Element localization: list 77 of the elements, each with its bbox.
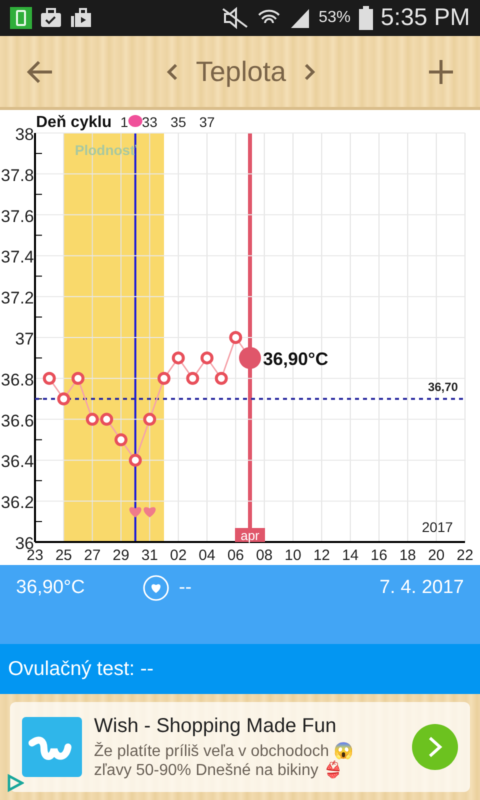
y-tick-label: 36.8 bbox=[0, 370, 34, 390]
cycle-day-tick: 33 bbox=[142, 114, 158, 130]
open-ad-button[interactable] bbox=[412, 724, 458, 770]
y-tick-label: 37 bbox=[15, 330, 34, 349]
ad-choices-icon bbox=[6, 774, 24, 792]
month-tag: apr bbox=[235, 528, 265, 544]
cycle-day-tick: 1 bbox=[120, 114, 128, 130]
selected-point[interactable] bbox=[239, 347, 261, 370]
x-tick-label: 10 bbox=[284, 547, 302, 564]
x-tick-label: 12 bbox=[313, 547, 330, 564]
year-label: 2017 bbox=[422, 519, 453, 536]
y-tick-label: 36.4 bbox=[0, 452, 34, 472]
x-tick-label: 04 bbox=[198, 547, 216, 564]
x-tick-label: 25 bbox=[55, 547, 72, 564]
data-point[interactable] bbox=[143, 413, 156, 426]
app-logo bbox=[22, 717, 82, 778]
x-tick-label: 18 bbox=[399, 547, 416, 564]
mute-icon bbox=[220, 7, 249, 30]
y-tick-label: 38 bbox=[15, 125, 34, 144]
data-point[interactable] bbox=[214, 372, 228, 386]
ovulation-test-label: Ovulačný test: -- bbox=[8, 658, 154, 681]
phone-icon bbox=[10, 7, 32, 30]
marker-dot bbox=[128, 115, 142, 128]
cycle-day-label: Deň cyklu bbox=[36, 114, 112, 132]
cycle-day-tick: 37 bbox=[199, 114, 215, 130]
data-point[interactable] bbox=[229, 331, 242, 344]
y-tick-label: 36.6 bbox=[0, 412, 34, 431]
x-tick-label: 29 bbox=[112, 547, 130, 564]
chevron-right-icon bbox=[427, 736, 443, 758]
y-tick-label: 36.2 bbox=[0, 493, 34, 512]
x-tick-label: 06 bbox=[227, 547, 244, 564]
x-tick-label: 14 bbox=[342, 547, 359, 564]
data-point[interactable] bbox=[57, 392, 70, 406]
chevron-right-icon bbox=[304, 62, 316, 81]
x-tick-label: 08 bbox=[256, 547, 273, 564]
y-tick-label: 37.6 bbox=[0, 207, 34, 226]
signal-icon bbox=[288, 7, 311, 30]
ad-text: Že platíte príliš veľa v obchodoch 😱 bbox=[94, 742, 354, 760]
x-tick-label: 22 bbox=[456, 547, 474, 564]
x-tick-label: 27 bbox=[84, 547, 101, 564]
data-point[interactable] bbox=[186, 372, 200, 386]
battery-icon bbox=[358, 6, 373, 30]
ad-banner[interactable]: Wish - Shopping Made Fun Že platíte príliš veľa v obchodoch 😱 zľavy 50-90% Dnešné na bikiny 👙 bbox=[10, 702, 470, 792]
temperature-value: 36,90°C bbox=[16, 577, 85, 600]
data-point[interactable] bbox=[200, 352, 214, 365]
cycle-day-tick: 35 bbox=[170, 114, 186, 130]
y-tick-label: 37.4 bbox=[0, 248, 34, 267]
date-label: 7. 4. 2017 bbox=[379, 577, 464, 600]
x-tick-label: 16 bbox=[370, 547, 388, 564]
selected-value: 36,90°C bbox=[263, 349, 328, 370]
intercourse-value: -- bbox=[178, 577, 192, 600]
screen-title: Teplota bbox=[196, 56, 286, 88]
data-point[interactable] bbox=[42, 372, 56, 386]
battery-percent: 53% bbox=[318, 9, 351, 28]
play-store-icon bbox=[70, 8, 92, 28]
y-tick-label: 37.2 bbox=[0, 288, 34, 308]
data-point[interactable] bbox=[100, 413, 114, 426]
ad-title: Wish - Shopping Made Fun bbox=[94, 714, 338, 738]
data-point[interactable] bbox=[86, 413, 99, 426]
ad-text: zľavy 50-90% Dnešné na bikiny 👙 bbox=[94, 760, 344, 780]
plus-icon bbox=[428, 58, 454, 85]
clock: 5:35 PM bbox=[380, 4, 470, 32]
x-tick-label: 31 bbox=[141, 547, 158, 564]
data-point[interactable] bbox=[128, 454, 142, 467]
x-tick-label: 20 bbox=[428, 547, 445, 564]
x-tick-label: 02 bbox=[170, 547, 187, 564]
heart-icon bbox=[144, 507, 156, 518]
baseline-label: 36,70 bbox=[428, 380, 458, 394]
data-point[interactable] bbox=[172, 352, 185, 365]
data-point[interactable] bbox=[114, 433, 128, 446]
briefcase-icon bbox=[40, 8, 62, 28]
y-tick-label: 37.8 bbox=[0, 166, 34, 186]
data-point[interactable] bbox=[158, 372, 170, 386]
heart-icon bbox=[129, 507, 142, 518]
chevron-left-icon bbox=[166, 62, 178, 81]
arrow-left-icon bbox=[26, 60, 54, 84]
data-point[interactable] bbox=[72, 372, 84, 386]
